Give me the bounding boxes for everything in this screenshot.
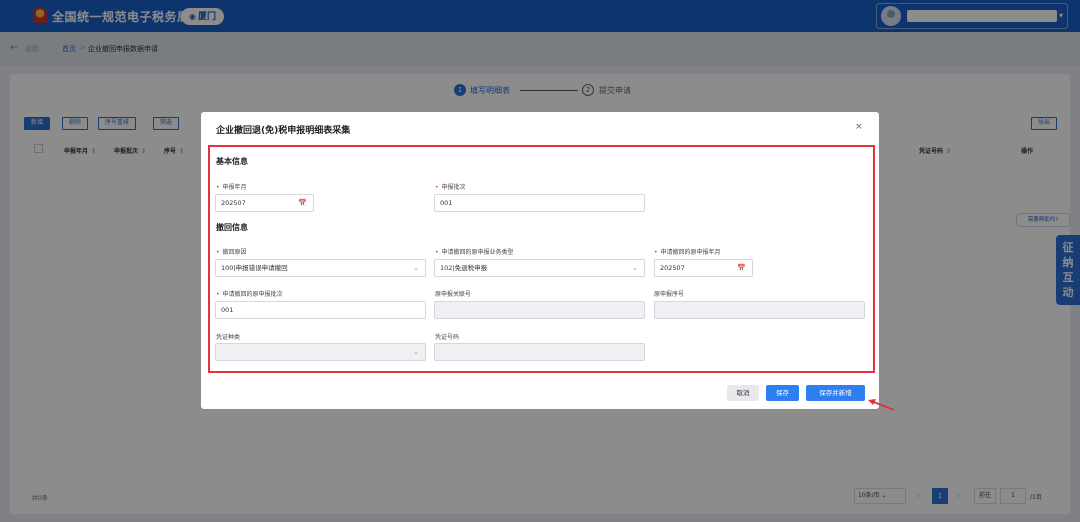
declare-month-field[interactable]: 202507 📅 (215, 194, 314, 212)
save-button[interactable]: 保存 (766, 385, 799, 401)
modal-title: 企业撤回退(免)税申报明细表采集 (216, 126, 351, 136)
voucher-no-field (434, 343, 645, 361)
orig-serial-no-field (654, 301, 865, 319)
voucher-type-select: ⌄ (215, 343, 426, 361)
section-basic-info: 基本信息 (216, 157, 248, 166)
withdraw-detail-modal: 企业撤回退(免)税申报明细表采集 × 基本信息 • 申报年月 202507 📅 • 申… (201, 112, 879, 409)
orig-declare-batch-field[interactable]: 001 (215, 301, 426, 319)
orig-related-no-field (434, 301, 645, 319)
declare-month-label: • 申报年月 (216, 184, 247, 191)
calendar-icon: 📅 (737, 264, 746, 272)
orig-related-no-label: 原申报关联号 (435, 291, 472, 298)
red-pointer-arrow-icon (868, 399, 895, 411)
chevron-down-icon: ⌄ (413, 348, 419, 356)
save-and-new-button[interactable]: 保存并新增 (806, 385, 865, 401)
voucher-type-label: 凭证种类 (216, 334, 241, 341)
orig-business-type-select[interactable]: 102|免退税申报 ⌄ (434, 259, 645, 277)
orig-declare-month-label: • 申请撤回的原申报年月 (654, 249, 721, 256)
withdraw-reason-label: • 撤回原因 (216, 249, 247, 256)
declare-batch-label: • 申报批次 (435, 184, 466, 191)
withdraw-reason-select[interactable]: 100|申报错误申请撤回 ⌄ (215, 259, 426, 277)
declare-batch-field[interactable]: 001 (434, 194, 645, 212)
orig-business-type-label: • 申请撤回的原申报业务类型 (435, 249, 514, 256)
orig-declare-month-field[interactable]: 202507 📅 (654, 259, 753, 277)
section-withdraw-info: 撤回信息 (216, 223, 248, 232)
close-icon[interactable]: × (855, 122, 863, 132)
orig-declare-batch-label: • 申请撤回的原申报批次 (216, 291, 283, 298)
cancel-button[interactable]: 取消 (727, 385, 759, 401)
chevron-down-icon: ⌄ (413, 264, 419, 272)
chevron-down-icon: ⌄ (632, 264, 638, 272)
orig-serial-no-label: 原申报序号 (654, 291, 685, 298)
voucher-no-label: 凭证号码 (435, 334, 460, 341)
calendar-icon: 📅 (298, 199, 307, 207)
